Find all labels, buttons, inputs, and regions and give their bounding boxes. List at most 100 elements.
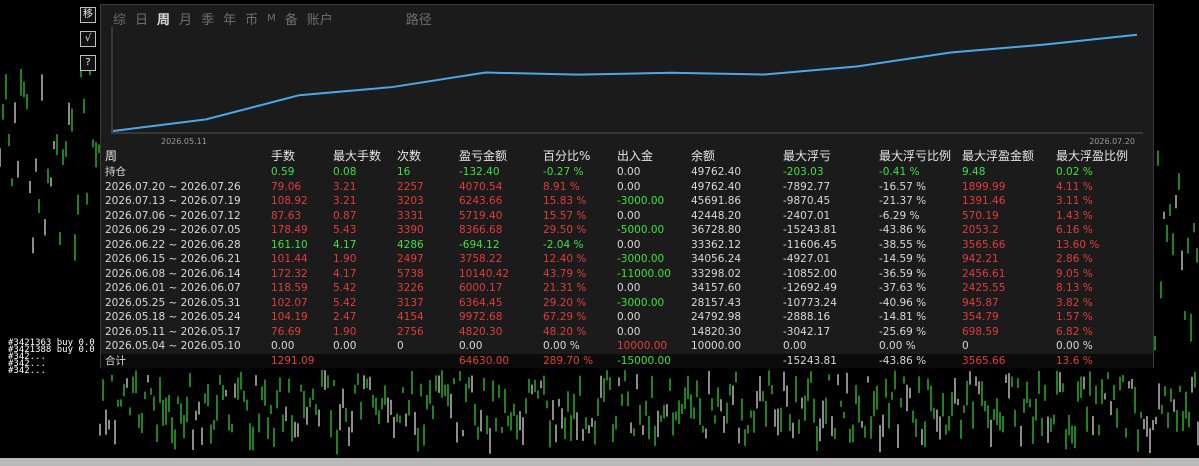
cell-flow: -3000.00 (617, 296, 665, 309)
cell-lots: 161.10 (271, 238, 308, 251)
cell-flow: -11000.00 (617, 267, 671, 280)
cell-max_fp: 942.21 (962, 253, 999, 265)
cell-pnl: 6364.45 (459, 296, 503, 309)
cell-count: 3203 (397, 195, 424, 207)
position-max_dd_pct: -0.41 % (879, 166, 920, 178)
table-row[interactable]: 2026.06.22 ~ 2026.06.28 161.10 4.17 4286 -69… (101, 238, 1153, 253)
tab-10[interactable]: 路径 (406, 9, 432, 28)
tab-1[interactable]: 日 (135, 9, 148, 28)
cell-count: 3137 (397, 296, 424, 309)
tab-2[interactable]: 周 (157, 9, 170, 28)
cell-pnl: 3758.22 (459, 253, 503, 265)
cell-max_lots: 2.47 (333, 311, 357, 323)
tab-3[interactable]: 月 (179, 9, 192, 28)
cell-pct: 0.00 % (543, 340, 580, 352)
cell-max_dd_pct: -38.55 % (879, 238, 927, 251)
tab-0[interactable]: 综 (113, 9, 126, 28)
cell-pnl: 10140.42 (459, 267, 510, 280)
cell-pct: 43.79 % (543, 267, 587, 280)
col-header-0: 周 (105, 149, 118, 163)
position-max_lots: 0.08 (333, 166, 357, 178)
cell-max_dd_pct: -14.59 % (879, 253, 927, 265)
table-row[interactable]: 2026.07.06 ~ 2026.07.12 87.63 0.87 3331 5719… (101, 209, 1153, 224)
table-row[interactable]: 2026.05.18 ~ 2026.05.24 104.19 2.47 4154 997… (101, 310, 1153, 325)
cell-pct: 12.40 % (543, 253, 587, 265)
cell-lots: 172.32 (271, 267, 308, 280)
table-row[interactable]: 2026.05.25 ~ 2026.05.31 102.07 5.42 3137 636… (101, 296, 1153, 311)
cell-max_dd_pct: -37.63 % (879, 282, 927, 294)
cell-max_dd_pct: -25.69 % (879, 325, 927, 338)
cell-flow: 10000.00 (617, 340, 668, 352)
cell-lots: 104.19 (271, 311, 308, 323)
cell-balance: 36728.80 (691, 224, 742, 236)
cell-balance: 34157.60 (691, 282, 742, 294)
position-count: 16 (397, 166, 411, 178)
table-row[interactable]: 2026.07.13 ~ 2026.07.19 108.92 3.21 3203 624… (101, 194, 1153, 209)
total-max_dd: -15243.81 (783, 354, 837, 367)
table-row[interactable]: 2026.06.08 ~ 2026.06.14 172.32 4.17 5738 101… (101, 267, 1153, 282)
cell-balance: 24792.98 (691, 311, 742, 323)
cell-max_fp: 1899.99 (962, 180, 1006, 193)
col-header-8: 最大浮亏 (783, 149, 832, 163)
cell-count: 0 (397, 340, 404, 352)
table-row[interactable]: 2026.06.29 ~ 2026.07.05 178.49 5.43 3390 836… (101, 223, 1153, 238)
equity-curve-chart: 2026.05.11 2026.07.20 (111, 27, 1143, 145)
help-button[interactable]: ? (80, 55, 96, 71)
position-pct: -0.27 % (543, 166, 584, 178)
cell-week: 2026.07.06 ~ 2026.07.12 (105, 209, 241, 222)
weekly-stats-panel: 综日周月季年币 M 备账户 路径 2026.05.11 2026.07.20 周手数 最大… (100, 4, 1154, 368)
table-row[interactable]: 2026.05.11 ~ 2026.05.17 76.69 1.90 2756 4820… (101, 325, 1153, 340)
col-header-5: 百分比% (543, 149, 591, 163)
cell-lots: 101.44 (271, 253, 308, 265)
cell-max_fp: 2425.55 (962, 282, 1006, 294)
cell-max_dd_pct: -21.37 % (879, 195, 927, 207)
position-lots: 0.59 (271, 166, 295, 178)
cell-max_dd_pct: -36.59 % (879, 267, 927, 280)
cell-lots: 108.92 (271, 195, 308, 207)
cell-max_fp_pct: 3.82 % (1056, 296, 1093, 309)
cell-max_lots: 5.43 (333, 224, 357, 236)
cell-max_fp_pct: 6.16 % (1056, 224, 1093, 236)
tab-9[interactable]: 账户 (307, 9, 333, 28)
cell-max_dd: -10773.24 (783, 296, 837, 309)
cell-pnl: 8366.68 (459, 224, 503, 236)
tab-8[interactable]: 备 (285, 9, 298, 28)
table-row[interactable]: 2026.06.15 ~ 2026.06.21 101.44 1.90 2497 375… (101, 252, 1153, 267)
cell-flow: 0.00 (617, 311, 641, 323)
check-button[interactable]: √ (80, 31, 96, 47)
cell-week: 2026.06.01 ~ 2026.06.07 (105, 282, 241, 294)
cell-max_fp_pct: 4.11 % (1056, 180, 1093, 193)
table-row[interactable]: 2026.05.04 ~ 2026.05.10 0.00 0.00 0 0.00 0.00… (101, 339, 1153, 354)
cell-max_dd_pct: -16.57 % (879, 180, 927, 193)
cell-count: 3331 (397, 209, 424, 222)
cell-pnl: 6000.17 (459, 282, 503, 294)
cell-count: 3390 (397, 224, 424, 236)
cell-week: 2026.06.08 ~ 2026.06.14 (105, 267, 241, 280)
cell-lots: 76.69 (271, 325, 302, 338)
position-max_dd: -203.03 (783, 166, 824, 178)
order-label: #342... (8, 366, 46, 376)
cell-lots: 79.06 (271, 180, 302, 193)
cell-max_fp: 2053.2 (962, 224, 999, 236)
cell-max_lots: 0.00 (333, 340, 357, 352)
cell-pnl: -694.12 (459, 238, 500, 251)
total-row[interactable]: 合计 1291.09 64630.00 289.70 % -15000.00 -15243… (101, 353, 1153, 368)
cell-flow: 0.00 (617, 209, 641, 222)
table-row[interactable]: 2026.06.01 ~ 2026.06.07 118.59 5.42 3226 600… (101, 281, 1153, 296)
cell-pct: 29.50 % (543, 224, 587, 236)
cell-max_fp_pct: 1.57 % (1056, 311, 1093, 323)
cell-max_fp_pct: 9.05 % (1056, 267, 1093, 280)
tab-6[interactable]: 币 (245, 9, 258, 28)
tab-4[interactable]: 季 (201, 9, 214, 28)
tab-7[interactable]: M (267, 13, 276, 24)
col-header-1: 手数 (271, 149, 296, 163)
table-row[interactable]: 2026.07.20 ~ 2026.07.26 79.06 3.21 2257 4070… (101, 180, 1153, 195)
cell-pnl: 4820.30 (459, 325, 503, 338)
cell-max_fp_pct: 0.00 % (1056, 340, 1093, 352)
tab-5[interactable]: 年 (223, 9, 236, 28)
order-labels: #3421363 buy 0.0 #3421388 buy 0.0 #342... #… (8, 339, 95, 376)
cell-pnl: 4070.54 (459, 180, 503, 193)
position-row[interactable]: 持仓 0.59 0.08 16 -132.40 -0.27 % 0.00 49762.40 -2… (101, 165, 1153, 180)
cell-max_dd_pct: -6.29 % (879, 209, 920, 222)
move-button[interactable]: 移 (80, 7, 96, 23)
